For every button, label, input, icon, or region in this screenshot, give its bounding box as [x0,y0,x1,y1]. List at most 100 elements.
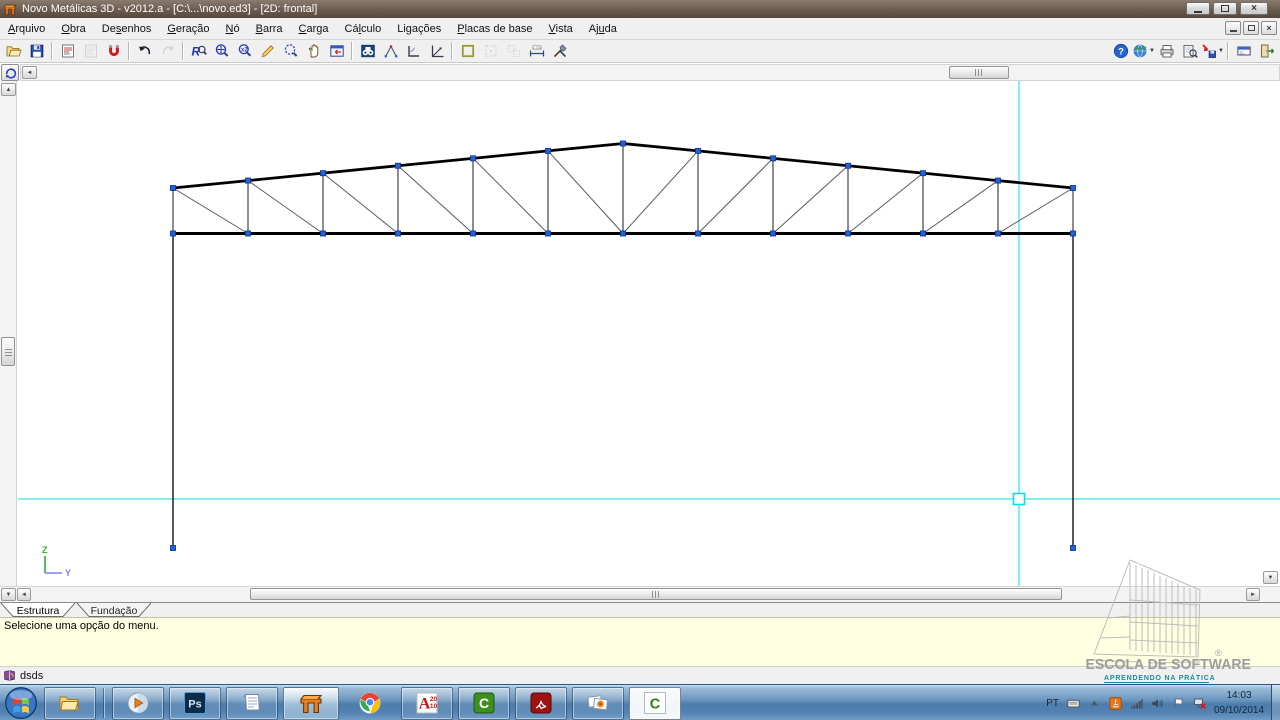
start-button[interactable] [4,686,38,720]
taskbar-camtasia-button[interactable]: C [458,687,510,720]
structure-node[interactable] [546,148,551,153]
truss-diagonal-member[interactable] [548,151,623,234]
left-scrollbar-thumb[interactable] [1,337,15,366]
structure-node[interactable] [321,171,326,176]
menu-item-ajuda[interactable]: Ajuda [581,20,625,38]
keyboard-icon[interactable] [1067,697,1080,710]
truss-diagonal-member[interactable] [998,188,1073,234]
structure-node[interactable] [771,156,776,161]
minimize-button[interactable] [1186,2,1210,15]
truss-top-chord[interactable] [998,181,1073,188]
top-scrollbar-thumb[interactable] [949,66,1009,79]
scroll-up-icon[interactable]: ▲ [1,83,16,96]
close-button[interactable]: × [1240,2,1268,15]
redraw-button[interactable]: R [187,41,210,61]
ortho-button[interactable] [402,41,425,61]
print-preview-button[interactable] [1178,41,1201,61]
taskbar-media-player-button[interactable] [112,687,164,720]
web-button[interactable]: ▼ [1132,41,1155,61]
menu-item-carga[interactable]: Carga [291,20,337,38]
save-button[interactable] [25,41,48,61]
structure-node[interactable] [846,163,851,168]
menu-item-no[interactable]: Nó [218,20,248,38]
references-button[interactable] [379,41,402,61]
truss-top-chord[interactable] [323,166,398,173]
exit-button[interactable] [1255,41,1278,61]
truss-diagonal-member[interactable] [173,188,248,234]
menu-item-desenhos[interactable]: Desenhos [94,20,160,38]
truss-top-chord[interactable] [698,151,773,158]
volume-icon[interactable] [1151,697,1164,710]
structure-node[interactable] [1071,231,1076,236]
java-tray-icon[interactable] [1109,697,1122,710]
clock[interactable]: 14:03 09/10/2014 [1210,688,1268,718]
scroll-down-right-icon[interactable]: ▼ [1263,571,1278,584]
network-error-icon[interactable] [1193,697,1206,710]
truss-top-chord[interactable] [773,158,848,165]
structure-node[interactable] [321,231,326,236]
print-button[interactable] [1155,41,1178,61]
scroll-left-icon[interactable]: ◄ [17,588,31,601]
axes-button[interactable] [425,41,448,61]
mdi-minimize-button[interactable] [1225,21,1241,35]
structure-node[interactable] [771,231,776,236]
truss-diagonal-member[interactable] [698,158,773,233]
taskbar-chrome-button[interactable] [344,687,396,720]
zoom-all-button[interactable] [210,41,233,61]
redo-button[interactable] [156,41,179,61]
truss-top-chord[interactable] [473,151,548,158]
previous-view-button[interactable] [325,41,348,61]
structure-node[interactable] [171,546,176,551]
truss-top-chord[interactable] [623,144,698,151]
truss-diagonal-member[interactable] [398,166,473,234]
menu-item-barra[interactable]: Barra [248,20,291,38]
open-file-button[interactable] [2,41,25,61]
structure-node[interactable] [996,178,1001,183]
truss-top-chord[interactable] [398,158,473,165]
truss-top-chord[interactable] [173,181,248,188]
menu-item-obra[interactable]: Obra [53,20,93,38]
structure-node[interactable] [621,231,626,236]
undo-button[interactable] [133,41,156,61]
scroll-right-icon[interactable]: ► [1246,588,1260,601]
menu-item-calculo[interactable]: Cálculo [337,20,390,38]
structure-node[interactable] [921,231,926,236]
selection-box-button[interactable] [479,41,502,61]
taskbar-acrobat-reader-button[interactable] [515,687,567,720]
show-desktop-button[interactable] [1271,685,1280,720]
structure-node[interactable] [696,148,701,153]
dxf-layers-button[interactable] [79,41,102,61]
mdi-close-button[interactable]: × [1261,21,1277,35]
mdi-restore-button[interactable] [1243,21,1259,35]
top-horizontal-scrollbar[interactable]: ◄ [20,64,1280,81]
structure-node[interactable] [1071,186,1076,191]
taskbar-autocad-button[interactable]: A2010 [401,687,453,720]
structure-node[interactable] [996,231,1001,236]
structure-node[interactable] [471,156,476,161]
truss-top-chord[interactable] [548,144,623,151]
truss-diagonal-member[interactable] [473,158,548,233]
tab-estrutura-label[interactable]: Estrutura [17,605,60,617]
language-indicator[interactable]: PT [1046,698,1059,709]
menu-item-ligacoes[interactable]: Ligações [389,20,449,38]
structure-node[interactable] [246,178,251,183]
structure-node[interactable] [621,141,626,146]
structure-node[interactable] [396,231,401,236]
bottom-horizontal-scrollbar[interactable]: ▼ ◄ ► [0,586,1280,602]
taskbar-photo-viewer-button[interactable] [572,687,624,720]
signal-strength-icon[interactable] [1130,697,1143,710]
truss-diagonal-member[interactable] [773,166,848,234]
truss-diagonal-member[interactable] [848,173,923,233]
tools-button[interactable] [548,41,571,61]
zoom-x2-button[interactable]: x2 [233,41,256,61]
grid-selection-button[interactable] [502,41,525,61]
rotate-view-button[interactable] [1,64,19,81]
structure-node[interactable] [546,231,551,236]
object-snap-button[interactable] [102,41,125,61]
export-button[interactable]: ▼ [1201,41,1224,61]
measure-button[interactable]: 1.234 [525,41,548,61]
help-button[interactable]: ? [1109,41,1132,61]
taskbar-notepad-button[interactable] [226,687,278,720]
scroll-left-icon[interactable]: ◄ [22,66,37,79]
truss-diagonal-member[interactable] [923,181,998,234]
